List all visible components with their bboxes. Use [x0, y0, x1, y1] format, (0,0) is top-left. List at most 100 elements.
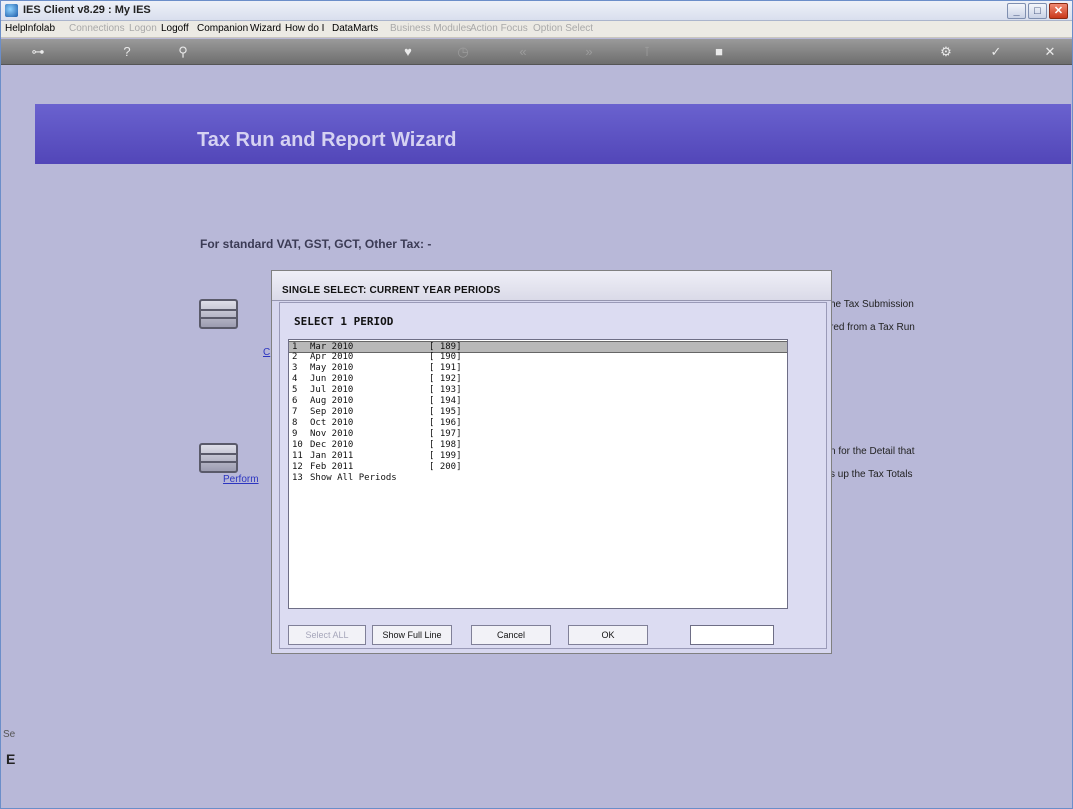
list-item-number: 2: [292, 352, 298, 362]
ok-button[interactable]: OK: [568, 625, 648, 645]
menu-companion[interactable]: Companion: [197, 23, 248, 34]
menu-bar: Help Infolab Connections Logon Logoff Co…: [1, 21, 1072, 38]
list-item[interactable]: 6 Aug 2010 [ 194]: [289, 396, 787, 407]
list-item[interactable]: 5 Jul 2010 [ 193]: [289, 385, 787, 396]
truncated-label: Se: [3, 729, 16, 740]
list-item-period: Jun 2010: [310, 374, 354, 384]
database-icon[interactable]: [199, 443, 238, 473]
list-item-code: [ 197]: [429, 429, 462, 439]
list-item-period: Nov 2010: [310, 429, 354, 439]
list-item-number: 8: [292, 418, 298, 428]
list-item[interactable]: 9 Nov 2010 [ 197]: [289, 429, 787, 440]
list-item-number: 3: [292, 363, 298, 373]
maximize-icon[interactable]: □: [1028, 3, 1047, 19]
fast-forward-icon[interactable]: »: [580, 43, 598, 61]
list-item-code: [ 193]: [429, 385, 462, 395]
list-item-number: 11: [292, 451, 303, 461]
list-item-number: 10: [292, 440, 303, 450]
help-icon[interactable]: ?: [118, 43, 136, 61]
list-item-code: [ 191]: [429, 363, 462, 373]
check-icon[interactable]: ✓: [987, 43, 1005, 61]
list-item[interactable]: 7 Sep 2010 [ 195]: [289, 407, 787, 418]
description-text: red from a Tax Run: [830, 322, 915, 333]
rewind-icon[interactable]: «: [514, 43, 532, 61]
list-item[interactable]: 8 Oct 2010 [ 196]: [289, 418, 787, 429]
app-window: IES Client v8.29 : My IES _ □ ✕ Help Inf…: [0, 0, 1073, 809]
database-icon[interactable]: [199, 299, 238, 329]
menu-how-do-i[interactable]: How do I: [285, 23, 324, 34]
dialog-title: SINGLE SELECT: CURRENT YEAR PERIODS: [282, 285, 501, 296]
list-item-number: 13: [292, 473, 303, 483]
title-bar: IES Client v8.29 : My IES _ □ ✕: [1, 1, 1072, 21]
list-item[interactable]: 4 Jun 2010 [ 192]: [289, 374, 787, 385]
list-item-code: [ 196]: [429, 418, 462, 428]
list-item-period: Sep 2010: [310, 407, 354, 417]
dialog-header: SELECT 1 PERIOD: [294, 315, 394, 328]
close-icon[interactable]: ✕: [1049, 3, 1068, 19]
list-item-period: Apr 2010: [310, 352, 354, 362]
perform-link[interactable]: Perform: [223, 474, 259, 485]
list-item-period: Feb 2011: [310, 462, 354, 472]
list-item-code: [ 192]: [429, 374, 462, 384]
dialog-title-bar: SINGLE SELECT: CURRENT YEAR PERIODS: [272, 271, 831, 301]
list-item-number: 5: [292, 385, 298, 395]
page-title: Tax Run and Report Wizard: [197, 129, 457, 151]
dialog-body: SELECT 1 PERIOD 1 Mar 2010[ 189] 2 Apr 2010…: [279, 302, 827, 649]
list-item[interactable]: 2 Apr 2010 [ 190]: [289, 352, 787, 363]
toolbar: ⊶ ? ⚲ ♥ ◷ « » ⊺ ■ ⚙ ✓ ✕: [1, 39, 1072, 65]
window-title: IES Client v8.29 : My IES: [23, 4, 151, 16]
description-text: s up the Tax Totals: [830, 469, 913, 480]
period-list[interactable]: 1 Mar 2010[ 189] 2 Apr 2010[ 190] 3 May 2010[…: [288, 339, 788, 609]
app-logo-icon: [5, 4, 18, 17]
description-text: he Tax Submission: [830, 299, 914, 310]
list-item[interactable]: 12 Feb 2011 [ 200]: [289, 462, 787, 473]
period-select-dialog: SINGLE SELECT: CURRENT YEAR PERIODS SELE…: [271, 270, 832, 654]
wizard-banner: Tax Run and Report Wizard: [35, 104, 1071, 164]
list-item-period: Dec 2010: [310, 440, 354, 450]
menu-connections[interactable]: Connections: [69, 23, 125, 34]
list-item-number: 6: [292, 396, 298, 406]
list-item-number: 4: [292, 374, 298, 384]
menu-business-modules[interactable]: Business Modules: [390, 23, 471, 34]
list-item-number: 12: [292, 462, 303, 472]
description-text: n for the Detail that: [830, 446, 915, 457]
close-icon[interactable]: ✕: [1041, 43, 1059, 61]
menu-logon[interactable]: Logon: [129, 23, 157, 34]
menu-wizard[interactable]: Wizard: [250, 23, 281, 34]
gear-icon[interactable]: ⚙: [937, 43, 955, 61]
list-item[interactable]: 3 May 2010 [ 191]: [289, 363, 787, 374]
pin-icon[interactable]: ⊺: [638, 43, 656, 61]
list-item-period: Jan 2011: [310, 451, 354, 461]
menu-help[interactable]: Help: [5, 23, 26, 34]
list-item[interactable]: 10 Dec 2010 [ 198]: [289, 440, 787, 451]
list-item-period: Oct 2010: [310, 418, 354, 428]
list-item-code: [ 190]: [429, 352, 462, 362]
selection-input[interactable]: [690, 625, 774, 645]
list-item-period: Jul 2010: [310, 385, 354, 395]
option-link-1[interactable]: C: [263, 347, 270, 358]
list-item[interactable]: 11 Jan 2011 [ 199]: [289, 451, 787, 462]
heart-icon[interactable]: ♥: [399, 43, 417, 61]
list-item-code: [ 199]: [429, 451, 462, 461]
clock-icon[interactable]: ◷: [454, 43, 472, 61]
key-icon[interactable]: ⊶: [29, 43, 47, 61]
list-item-number: 7: [292, 407, 298, 417]
minimize-icon[interactable]: _: [1007, 3, 1026, 19]
section-label: For standard VAT, GST, GCT, Other Tax: -: [200, 237, 432, 251]
menu-infolab[interactable]: Infolab: [25, 23, 55, 34]
stop-icon[interactable]: ■: [710, 43, 728, 61]
list-item-code: [ 200]: [429, 462, 462, 472]
list-item[interactable]: 13 Show All Periods: [289, 473, 787, 484]
list-item-code: [ 195]: [429, 407, 462, 417]
search-icon[interactable]: ⚲: [174, 43, 192, 61]
menu-option-select[interactable]: Option Select: [533, 23, 593, 34]
show-full-line-button[interactable]: Show Full Line: [372, 625, 452, 645]
list-item-period: Show All Periods: [310, 473, 397, 483]
cancel-button[interactable]: Cancel: [471, 625, 551, 645]
menu-logoff[interactable]: Logoff: [161, 23, 189, 34]
menu-action-focus[interactable]: Action Focus: [470, 23, 528, 34]
truncated-label: E: [6, 751, 16, 767]
menu-datamarts[interactable]: DataMarts: [332, 23, 378, 34]
list-item-number: 9: [292, 429, 298, 439]
select-all-button[interactable]: Select ALL: [288, 625, 366, 645]
